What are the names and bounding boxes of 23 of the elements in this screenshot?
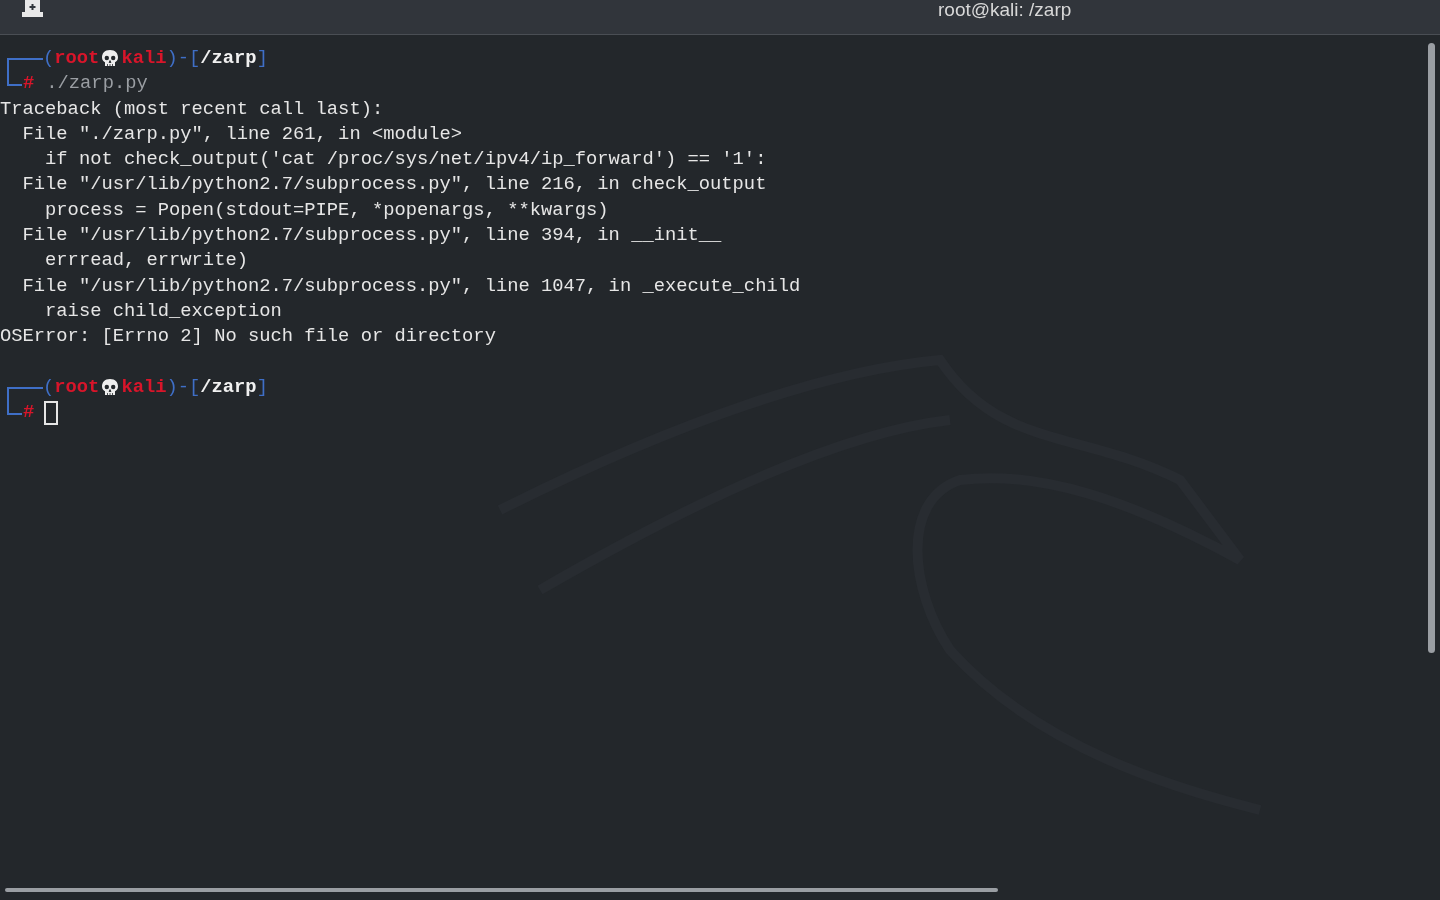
command-text: ./zarp.py — [46, 71, 148, 97]
window-title: root@kali: /zarp — [938, 0, 1072, 22]
output-line: Traceback (most recent call last): — [0, 97, 384, 120]
prompt-host-path: kali)-[/zarp] — [121, 374, 268, 400]
output-line: errread, errwrite) — [44, 249, 248, 272]
output-line: if not check_output('cat /proc/sys/net/ipv4/ip_forward') == '1': — [44, 148, 767, 171]
skull-icon — [100, 377, 121, 398]
new-tab-icon[interactable] — [22, 0, 43, 17]
output-line: File "/usr/lib/python2.7/subprocess.py", line 216, in check_output — [21, 173, 767, 196]
output-line: raise child_exception — [44, 299, 282, 322]
vertical-scrollbar[interactable] — [1428, 43, 1435, 653]
output-line: process = Popen(stdout=PIPE, *popenargs, **kwargs) — [44, 198, 609, 221]
prompt-symbol: # — [23, 71, 35, 97]
skull-icon — [100, 48, 121, 69]
horizontal-scrollbar[interactable] — [5, 888, 998, 892]
output-line: File "./zarp.py", line 261, in <module> — [21, 122, 463, 145]
prompt-host-path: kali)-[/zarp] — [121, 46, 268, 71]
prompt-user: (root — [43, 46, 100, 71]
prompt-symbol: # — [23, 400, 35, 426]
output-line: OSError: [Errno 2] No such file or directory — [0, 325, 496, 348]
output-line: File "/usr/lib/python2.7/subprocess.py", line 1047, in _execute_child — [21, 274, 801, 297]
output-line: File "/usr/lib/python2.7/subprocess.py", line 394, in __init__ — [21, 224, 722, 247]
prompt-user: (root — [43, 374, 100, 400]
